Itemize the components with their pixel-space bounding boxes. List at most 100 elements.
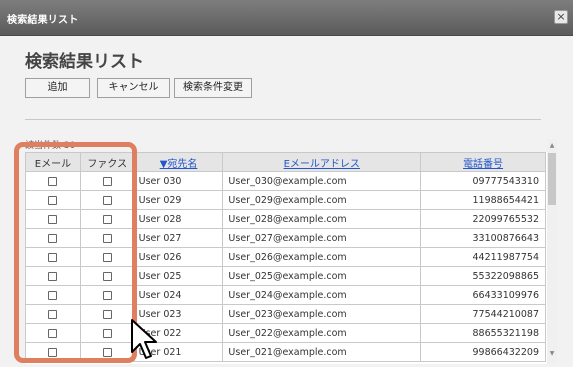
fax-checkbox-cell	[79, 342, 135, 362]
phone-number: 09777543310	[420, 171, 546, 191]
email-checkbox[interactable]	[48, 347, 58, 357]
column-header-email-check: Eメール	[25, 152, 81, 172]
fax-checkbox[interactable]	[102, 290, 112, 300]
results-table-container: Eメール ファクス ▼宛先名 Eメールアドレス 電話番号 User 030 Use…	[25, 152, 547, 364]
fax-checkbox[interactable]	[102, 347, 112, 357]
phone-number: 11988654421	[420, 190, 546, 210]
fax-checkbox[interactable]	[102, 309, 112, 319]
results-table: Eメール ファクス ▼宛先名 Eメールアドレス 電話番号 User 030 Use…	[25, 152, 546, 362]
recipient-name: User 027	[133, 228, 224, 248]
table-header-row: Eメール ファクス ▼宛先名 Eメールアドレス 電話番号	[25, 152, 546, 172]
table-row: User 030 User_030@example.com 09777543310	[25, 171, 546, 191]
phone-number: 33100876643	[420, 228, 546, 248]
email-checkbox[interactable]	[48, 290, 58, 300]
fax-checkbox[interactable]	[102, 233, 112, 243]
close-icon[interactable]: ×	[554, 10, 568, 24]
window-title: 検索結果リスト	[7, 15, 79, 26]
vertical-scrollbar[interactable]: ▲ ▼	[547, 139, 557, 364]
fax-checkbox-cell	[79, 323, 135, 343]
scroll-down-icon[interactable]: ▼	[547, 349, 557, 359]
email-checkbox[interactable]	[48, 214, 58, 224]
recipient-name: User 026	[133, 247, 224, 267]
fax-checkbox-cell	[79, 190, 135, 210]
table-row: User 028 User_028@example.com 22099765532	[25, 209, 546, 229]
table-row: User 025 User_025@example.com 55322098865	[25, 266, 546, 286]
scroll-up-icon[interactable]: ▲	[547, 141, 557, 151]
email-checkbox[interactable]	[48, 233, 58, 243]
recipient-name: User 028	[133, 209, 224, 229]
fax-checkbox-cell	[79, 209, 135, 229]
table-row: User 021 User_021@example.com 99866432209	[25, 342, 546, 362]
phone-number: 66433109976	[420, 285, 546, 305]
fax-checkbox[interactable]	[102, 176, 112, 186]
phone-number: 55322098865	[420, 266, 546, 286]
email-address: User_025@example.com	[222, 266, 422, 286]
email-checkbox-cell	[25, 342, 81, 362]
sort-by-phone-link[interactable]: 電話番号	[463, 159, 503, 170]
sort-by-email-link[interactable]: Eメールアドレス	[284, 159, 360, 170]
email-checkbox[interactable]	[48, 176, 58, 186]
email-address: User_029@example.com	[222, 190, 422, 210]
cancel-button[interactable]: キャンセル	[97, 78, 170, 98]
table-row: User 029 User_029@example.com 11988654421	[25, 190, 546, 210]
fax-checkbox-cell	[79, 285, 135, 305]
table-row: User 023 User_023@example.com 77544210087	[25, 304, 546, 324]
divider	[25, 119, 541, 120]
fax-checkbox[interactable]	[102, 195, 112, 205]
phone-number: 88655321198	[420, 323, 546, 343]
table-row: User 026 User_026@example.com 44211987754	[25, 247, 546, 267]
email-checkbox-cell	[25, 285, 81, 305]
column-header-name[interactable]: ▼宛先名	[133, 152, 224, 172]
email-address: User_024@example.com	[222, 285, 422, 305]
phone-number: 44211987754	[420, 247, 546, 267]
email-checkbox[interactable]	[48, 252, 58, 262]
mouse-cursor-icon	[131, 319, 157, 359]
change-search-conditions-button[interactable]: 検索条件変更	[174, 78, 252, 98]
column-header-phone[interactable]: 電話番号	[420, 152, 546, 172]
email-address: User_030@example.com	[222, 171, 422, 191]
email-checkbox-cell	[25, 171, 81, 191]
email-checkbox-cell	[25, 266, 81, 286]
page-title: 検索結果リスト	[25, 52, 144, 72]
email-checkbox-cell	[25, 209, 81, 229]
fax-checkbox-cell	[79, 266, 135, 286]
title-bar: 検索結果リスト ×	[0, 0, 573, 36]
email-address: User_022@example.com	[222, 323, 422, 343]
scrollbar-thumb[interactable]	[548, 153, 556, 205]
recipient-name: User 030	[133, 171, 224, 191]
email-checkbox[interactable]	[48, 309, 58, 319]
email-checkbox[interactable]	[48, 271, 58, 281]
recipient-name: User 024	[133, 285, 224, 305]
phone-number: 22099765532	[420, 209, 546, 229]
email-checkbox-cell	[25, 323, 81, 343]
email-address: User_023@example.com	[222, 304, 422, 324]
recipient-name: User 025	[133, 266, 224, 286]
fax-checkbox[interactable]	[102, 252, 112, 262]
email-checkbox[interactable]	[48, 328, 58, 338]
sort-by-name-link[interactable]: ▼宛先名	[160, 159, 198, 170]
email-checkbox-cell	[25, 247, 81, 267]
fax-checkbox-cell	[79, 228, 135, 248]
fax-checkbox[interactable]	[102, 328, 112, 338]
fax-checkbox[interactable]	[102, 271, 112, 281]
add-button[interactable]: 追加	[25, 78, 90, 98]
fax-checkbox-cell	[79, 171, 135, 191]
fax-checkbox-cell	[79, 304, 135, 324]
email-checkbox-cell	[25, 304, 81, 324]
recipient-name: User 029	[133, 190, 224, 210]
email-checkbox[interactable]	[48, 195, 58, 205]
email-address: User_021@example.com	[222, 342, 422, 362]
email-address: User_028@example.com	[222, 209, 422, 229]
email-checkbox-cell	[25, 190, 81, 210]
fax-checkbox[interactable]	[102, 214, 112, 224]
column-header-email[interactable]: Eメールアドレス	[222, 152, 422, 172]
column-header-fax-check: ファクス	[79, 152, 135, 172]
phone-number: 99866432209	[420, 342, 546, 362]
table-row: User 027 User_027@example.com 33100876643	[25, 228, 546, 248]
email-checkbox-cell	[25, 228, 81, 248]
result-count: 該当件数 30	[25, 141, 76, 151]
table-row: User 024 User_024@example.com 66433109976	[25, 285, 546, 305]
email-address: User_027@example.com	[222, 228, 422, 248]
table-row: User 022 User_022@example.com 88655321198	[25, 323, 546, 343]
fax-checkbox-cell	[79, 247, 135, 267]
